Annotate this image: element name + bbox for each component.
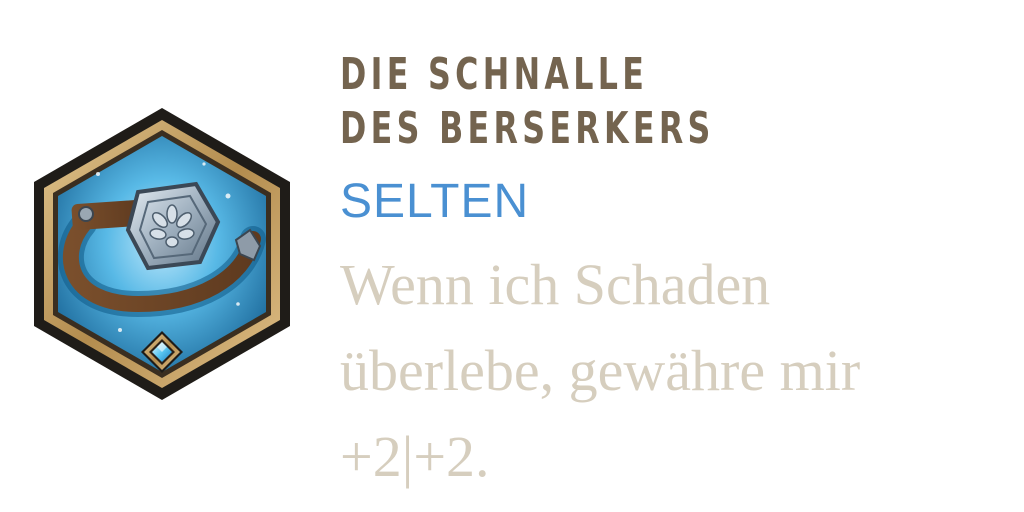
rarity-gem-icon	[141, 331, 183, 373]
item-title: DIE SCHNALLE DES BERSERKERS	[340, 49, 715, 154]
item-badge	[28, 104, 296, 404]
item-rarity: SELTEN	[340, 175, 530, 228]
item-description: Wenn ich Schaden überlebe, gewähre mir +…	[340, 252, 861, 489]
item-card: DIE SCHNALLE DES BERSERKERS SELTEN Wenn …	[0, 0, 1024, 512]
item-info: DIE SCHNALLE DES BERSERKERS SELTEN Wenn …	[340, 48, 1010, 500]
